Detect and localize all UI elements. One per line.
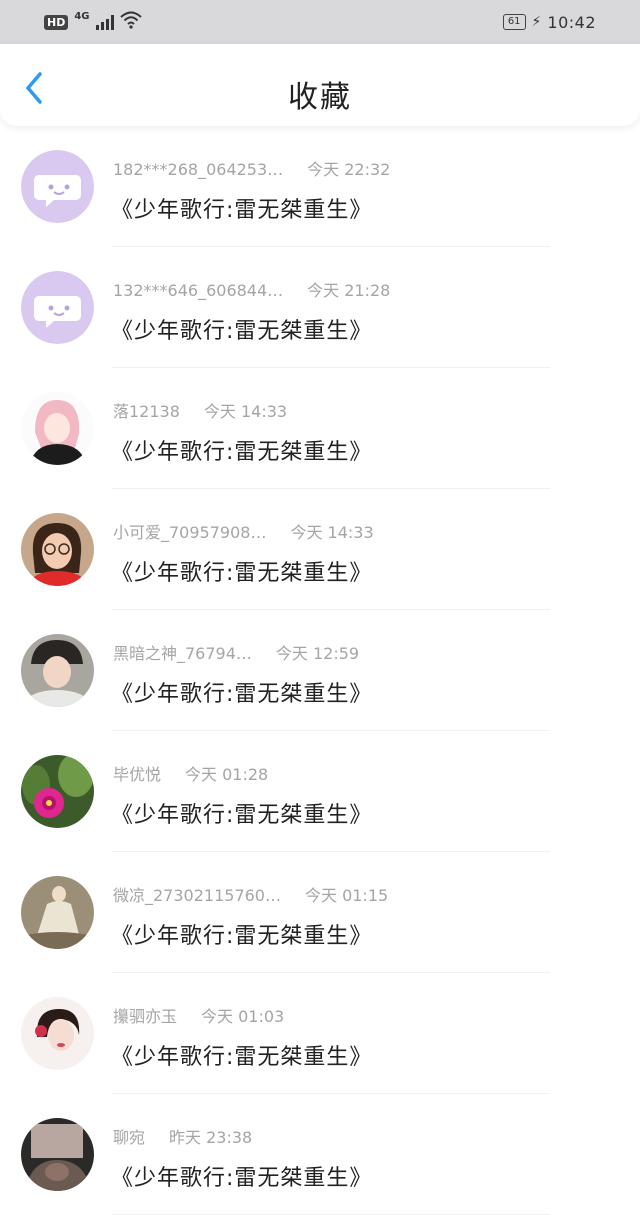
avatar[interactable] xyxy=(21,513,94,586)
item-title: 《少年歌行:雷无桀重生》 xyxy=(111,440,373,465)
username: 黑暗之神_76794… xyxy=(113,644,252,663)
timestamp: 今天 22:32 xyxy=(307,160,391,179)
hd-badge: HD xyxy=(44,14,69,30)
item-title: 《少年歌行:雷无桀重生》 xyxy=(111,1045,373,1070)
charging-icon: ⚡ xyxy=(531,14,542,30)
list-item[interactable]: 聊宛 昨天 23:38 《少年歌行:雷无桀重生》 xyxy=(0,1094,640,1215)
timestamp: 今天 12:59 xyxy=(275,644,360,663)
item-meta: 攥驷亦玉 今天 01:03 xyxy=(113,1003,284,1027)
username: 小可爱_70957908… xyxy=(113,523,267,542)
item-meta: 毕优悦 今天 01:28 xyxy=(113,761,268,785)
battery-icon: 61 xyxy=(502,14,526,30)
username: 毕优悦 xyxy=(113,765,162,784)
signal-icon xyxy=(95,14,114,30)
status-bar: HD 4G 61 ⚡ 10:42 xyxy=(0,0,640,44)
timestamp: 今天 14:33 xyxy=(203,402,288,421)
item-meta: 落12138 今天 14:33 xyxy=(113,398,287,422)
username: 攥驷亦玉 xyxy=(113,1007,178,1026)
list-item[interactable]: 黑暗之神_76794… 今天 12:59 《少年歌行:雷无桀重生》 xyxy=(0,610,640,731)
list-item[interactable]: 落12138 今天 14:33 《少年歌行:雷无桀重生》 xyxy=(0,368,640,489)
list-item[interactable]: 182***268_064253… 今天 22:32 《少年歌行:雷无桀重生》 xyxy=(0,126,640,247)
username: 132***646_606844… xyxy=(113,281,284,300)
item-title: 《少年歌行:雷无桀重生》 xyxy=(111,682,373,707)
wifi-icon xyxy=(119,11,142,34)
nav-bar: 收藏 xyxy=(0,44,640,126)
page-title: 收藏 xyxy=(288,80,352,115)
status-time: 10:42 xyxy=(547,12,596,32)
default-avatar-icon[interactable] xyxy=(21,150,94,223)
item-title: 《少年歌行:雷无桀重生》 xyxy=(111,319,373,344)
item-title: 《少年歌行:雷无桀重生》 xyxy=(111,803,373,828)
favorites-list: 182***268_064253… 今天 22:32 《少年歌行:雷无桀重生》 132… xyxy=(0,126,640,1215)
avatar[interactable] xyxy=(21,634,94,707)
item-meta: 微凉_27302115760… 今天 01:15 xyxy=(113,882,388,906)
item-meta: 聊宛 昨天 23:38 xyxy=(113,1124,252,1148)
timestamp: 今天 01:03 xyxy=(201,1007,285,1026)
avatar[interactable] xyxy=(21,755,94,828)
item-title: 《少年歌行:雷无桀重生》 xyxy=(111,1166,373,1191)
list-item[interactable]: 小可爱_70957908… 今天 14:33 《少年歌行:雷无桀重生》 xyxy=(0,489,640,610)
avatar[interactable] xyxy=(21,392,94,465)
username: 微凉_27302115760… xyxy=(113,886,281,905)
avatar[interactable] xyxy=(21,1118,94,1191)
network-type: 4G xyxy=(74,10,90,22)
item-meta: 黑暗之神_76794… 今天 12:59 xyxy=(113,640,359,664)
item-title: 《少年歌行:雷无桀重生》 xyxy=(111,924,373,949)
list-item[interactable]: 微凉_27302115760… 今天 01:15 《少年歌行:雷无桀重生》 xyxy=(0,852,640,973)
item-title: 《少年歌行:雷无桀重生》 xyxy=(111,561,373,586)
timestamp: 昨天 23:38 xyxy=(169,1128,253,1147)
list-item[interactable]: 攥驷亦玉 今天 01:03 《少年歌行:雷无桀重生》 xyxy=(0,973,640,1094)
default-avatar-icon[interactable] xyxy=(21,271,94,344)
item-title: 《少年歌行:雷无桀重生》 xyxy=(111,198,373,223)
avatar[interactable] xyxy=(21,997,94,1070)
item-meta: 小可爱_70957908… 今天 14:33 xyxy=(113,519,374,543)
username: 182***268_064253… xyxy=(113,160,284,179)
avatar[interactable] xyxy=(21,876,94,949)
timestamp: 今天 14:33 xyxy=(290,523,374,542)
timestamp: 今天 01:28 xyxy=(185,765,269,784)
username: 落12138 xyxy=(113,402,180,421)
list-item[interactable]: 132***646_606844… 今天 21:28 《少年歌行:雷无桀重生》 xyxy=(0,247,640,368)
item-meta: 132***646_606844… 今天 21:28 xyxy=(113,277,390,301)
list-item[interactable]: 毕优悦 今天 01:28 《少年歌行:雷无桀重生》 xyxy=(0,731,640,852)
item-meta: 182***268_064253… 今天 22:32 xyxy=(113,156,390,180)
timestamp: 今天 01:15 xyxy=(304,886,389,905)
timestamp: 今天 21:28 xyxy=(307,281,391,300)
username: 聊宛 xyxy=(113,1128,146,1147)
